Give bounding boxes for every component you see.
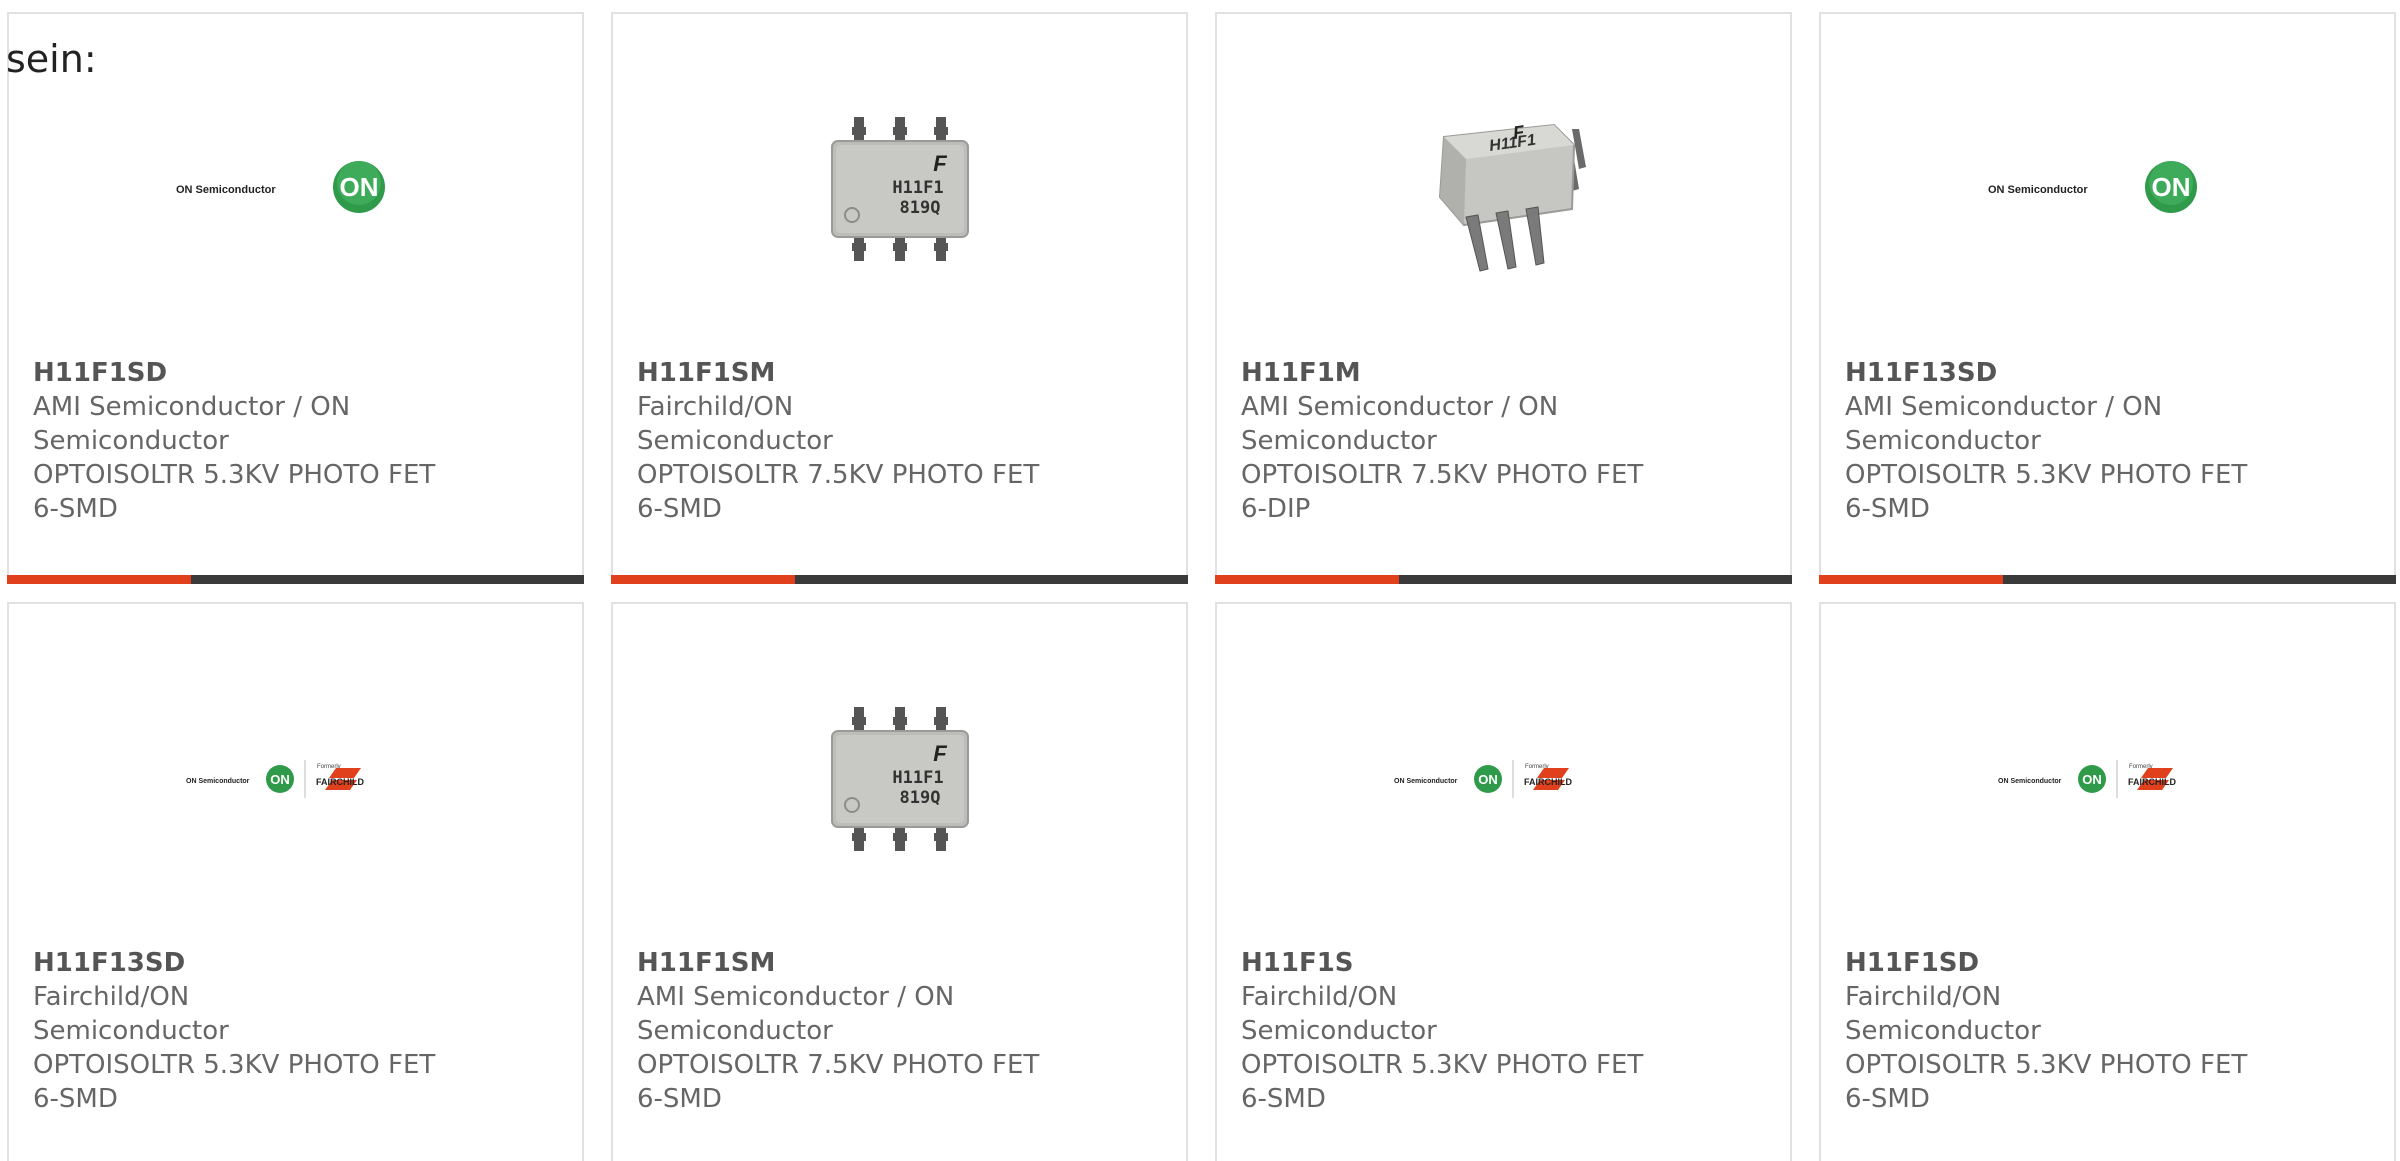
part-number[interactable]: H11F1SM: [637, 356, 1166, 390]
product-card[interactable]: ON Semiconductor ON Formerly FAIRCHILD H…: [1819, 602, 2396, 1161]
svg-text:FAIRCHILD: FAIRCHILD: [2128, 777, 2176, 787]
card-bottom-bar: [1819, 575, 2396, 584]
svg-text:ON Semiconductor: ON Semiconductor: [1394, 778, 1458, 785]
card-bottom-bar: [7, 575, 584, 584]
package: 6-SMD: [637, 494, 722, 524]
svg-text:ON: ON: [2082, 772, 2102, 787]
description: OPTOISOLTR 5.3KV PHOTO FET: [1845, 460, 2248, 490]
product-card[interactable]: ON Semiconductor ON Formerly FAIRCHILD H…: [7, 602, 584, 1161]
manufacturer: Fairchild/ON Semiconductor: [1845, 982, 2041, 1046]
smd-chip-photo: F H11F1 819Q: [799, 679, 1000, 879]
svg-text:ON Semiconductor: ON Semiconductor: [1988, 184, 2088, 196]
product-card[interactable]: ON Semiconductor ON Formerly FAIRCHILD H…: [1215, 602, 1792, 1161]
product-image: F H11F1 819Q: [613, 604, 1186, 954]
product-image: ON Semiconductor ON Formerly FAIRCHILD: [9, 604, 582, 954]
on-semiconductor-logo: ON Semiconductor ON: [1988, 161, 2197, 213]
card-bottom-bar: [1215, 575, 1792, 584]
card-bar-accent: [611, 575, 795, 584]
package: 6-SMD: [637, 1084, 722, 1114]
product-info: H11F1SM Fairchild/ON Semiconductor OPTOI…: [637, 356, 1166, 526]
manufacturer: AMI Semiconductor / ON Semiconductor: [1241, 392, 1559, 456]
description: OPTOISOLTR 5.3KV PHOTO FET: [1845, 1050, 2248, 1080]
svg-text:819Q: 819Q: [899, 788, 940, 808]
svg-text:ON: ON: [1478, 772, 1498, 787]
manufacturer: AMI Semiconductor / ON Semiconductor: [637, 982, 955, 1046]
part-number[interactable]: H11F1SD: [1845, 946, 2374, 980]
product-grid-page: sein: ON Semiconductor ON H11F1SD AMI Se…: [0, 0, 2400, 1161]
smd-chip-photo: F H11F1 819Q: [799, 89, 1000, 289]
part-number[interactable]: H11F1SD: [33, 356, 562, 390]
svg-text:ON Semiconductor: ON Semiconductor: [176, 184, 276, 196]
svg-text:ON Semiconductor: ON Semiconductor: [1998, 778, 2062, 785]
manufacturer: Fairchild/ON Semiconductor: [1241, 982, 1437, 1046]
svg-text:H11F1: H11F1: [892, 178, 943, 198]
product-card[interactable]: F H11F1 819Q H11F1SM AMI Semiconductor /…: [611, 602, 1188, 1161]
part-number[interactable]: H11F13SD: [33, 946, 562, 980]
manufacturer: Fairchild/ON Semiconductor: [33, 982, 229, 1046]
part-number[interactable]: H11F1S: [1241, 946, 1770, 980]
dip-chip-photo: H11F1 F: [1403, 89, 1604, 289]
package: 6-SMD: [33, 1084, 118, 1114]
package: 6-SMD: [1845, 1084, 1930, 1114]
svg-text:FAIRCHILD: FAIRCHILD: [316, 777, 364, 787]
part-number[interactable]: H11F1M: [1241, 356, 1770, 390]
package: 6-DIP: [1241, 494, 1311, 524]
svg-text:F: F: [933, 741, 947, 766]
product-image: H11F1 F: [1217, 14, 1790, 364]
on-fairchild-logo: ON Semiconductor ON Formerly FAIRCHILD: [1998, 760, 2176, 798]
svg-text:ON: ON: [339, 172, 378, 202]
description: OPTOISOLTR 5.3KV PHOTO FET: [33, 1050, 436, 1080]
svg-text:F: F: [933, 151, 947, 176]
manufacturer: Fairchild/ON Semiconductor: [637, 392, 833, 456]
svg-text:ON Semiconductor: ON Semiconductor: [186, 778, 250, 785]
product-image: ON Semiconductor ON Formerly FAIRCHILD: [1821, 604, 2394, 954]
description: OPTOISOLTR 7.5KV PHOTO FET: [637, 460, 1040, 490]
package: 6-SMD: [1845, 494, 1930, 524]
intro-text: sein:: [6, 37, 97, 81]
product-info: H11F13SD AMI Semiconductor / ON Semicond…: [1845, 356, 2374, 526]
part-number[interactable]: H11F1SM: [637, 946, 1166, 980]
product-info: H11F1S Fairchild/ON Semiconductor OPTOIS…: [1241, 946, 1770, 1116]
card-bar-accent: [1819, 575, 2003, 584]
package: 6-SMD: [1241, 1084, 1326, 1114]
card-bar-accent: [7, 575, 191, 584]
svg-text:H11F1: H11F1: [892, 768, 943, 788]
manufacturer: AMI Semiconductor / ON Semiconductor: [1845, 392, 2163, 456]
product-image: ON Semiconductor ON Formerly FAIRCHILD: [1217, 604, 1790, 954]
on-fairchild-logo: ON Semiconductor ON Formerly FAIRCHILD: [1394, 760, 1572, 798]
description: OPTOISOLTR 5.3KV PHOTO FET: [1241, 1050, 1644, 1080]
card-bottom-bar: [611, 575, 1188, 584]
product-image: ON Semiconductor ON: [1821, 14, 2394, 364]
product-image: F H11F1 819Q: [613, 14, 1186, 364]
svg-text:819Q: 819Q: [899, 198, 940, 218]
product-card[interactable]: H11F1 F H11F1M AMI Semiconductor / ON Se…: [1215, 12, 1792, 584]
product-card[interactable]: ON Semiconductor ON H11F13SD AMI Semicon…: [1819, 12, 2396, 584]
part-number[interactable]: H11F13SD: [1845, 356, 2374, 390]
product-info: H11F1SD AMI Semiconductor / ON Semicondu…: [33, 356, 562, 526]
product-info: H11F1SD Fairchild/ON Semiconductor OPTOI…: [1845, 946, 2374, 1116]
on-fairchild-logo: ON Semiconductor ON Formerly FAIRCHILD: [186, 760, 364, 798]
manufacturer: AMI Semiconductor / ON Semiconductor: [33, 392, 351, 456]
product-info: H11F1M AMI Semiconductor / ON Semiconduc…: [1241, 356, 1770, 526]
on-semiconductor-logo: ON Semiconductor ON: [176, 161, 385, 213]
card-bar-accent: [1215, 575, 1399, 584]
svg-text:ON: ON: [270, 772, 290, 787]
product-info: H11F1SM AMI Semiconductor / ON Semicondu…: [637, 946, 1166, 1116]
product-card[interactable]: F H11F1 819Q H11F1SM Fairchild/ON Semico…: [611, 12, 1188, 584]
svg-text:FAIRCHILD: FAIRCHILD: [1524, 777, 1572, 787]
svg-text:ON: ON: [2151, 172, 2190, 202]
package: 6-SMD: [33, 494, 118, 524]
description: OPTOISOLTR 7.5KV PHOTO FET: [637, 1050, 1040, 1080]
product-card[interactable]: ON Semiconductor ON H11F1SD AMI Semicond…: [7, 12, 584, 584]
description: OPTOISOLTR 5.3KV PHOTO FET: [33, 460, 436, 490]
description: OPTOISOLTR 7.5KV PHOTO FET: [1241, 460, 1644, 490]
product-info: H11F13SD Fairchild/ON Semiconductor OPTO…: [33, 946, 562, 1116]
